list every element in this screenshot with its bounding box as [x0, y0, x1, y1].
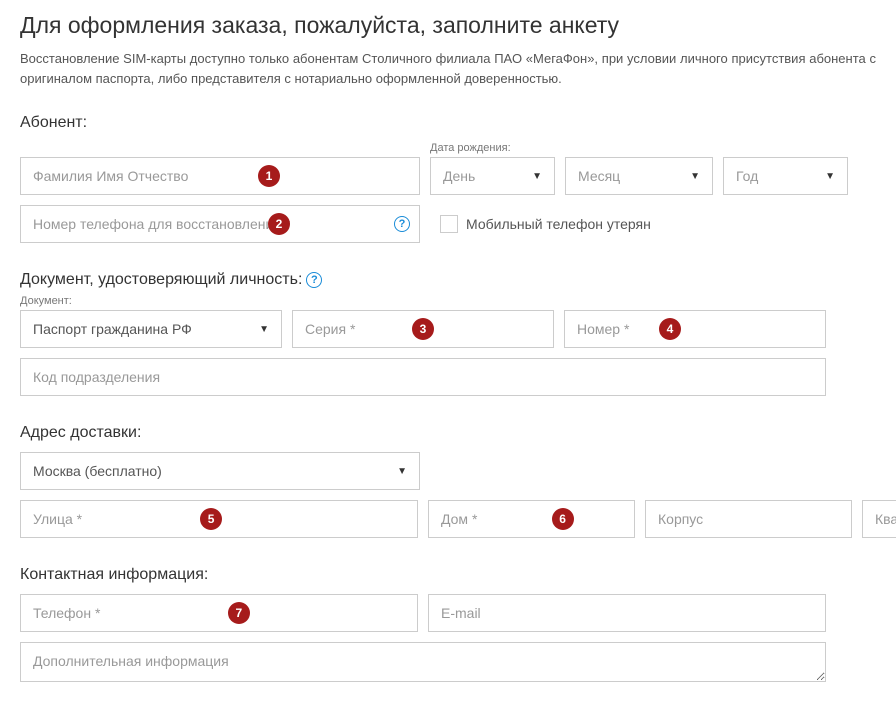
- street-input[interactable]: [20, 500, 418, 538]
- apartment-input[interactable]: [862, 500, 896, 538]
- fio-input[interactable]: [20, 157, 420, 195]
- phone-input[interactable]: [20, 594, 418, 632]
- year-select[interactable]: Год ▼: [723, 157, 848, 195]
- phone-lost-label: Мобильный телефон утерян: [466, 216, 651, 232]
- page-description: Восстановление SIM-карты доступно только…: [20, 49, 876, 88]
- section-title-subscriber: Абонент:: [20, 114, 876, 132]
- doc-label: Документ:: [20, 295, 282, 307]
- help-icon[interactable]: ?: [306, 272, 322, 288]
- city-select[interactable]: Москва (бесплатно) ▼: [20, 452, 420, 490]
- section-title-contact: Контактная информация:: [20, 566, 876, 584]
- year-value: Год: [736, 168, 758, 184]
- doc-series-input[interactable]: [292, 310, 554, 348]
- house-input[interactable]: [428, 500, 635, 538]
- dept-code-input[interactable]: [20, 358, 826, 396]
- city-value: Москва (бесплатно): [33, 463, 162, 479]
- extra-info-textarea[interactable]: [20, 642, 826, 682]
- doc-type-select[interactable]: Паспорт гражданина РФ ▼: [20, 310, 282, 348]
- day-select[interactable]: День ▼: [430, 157, 555, 195]
- month-select[interactable]: Месяц ▼: [565, 157, 713, 195]
- phone-lost-checkbox[interactable]: [440, 215, 458, 233]
- section-title-document: Документ, удостоверяющий личность:: [20, 271, 302, 289]
- caret-icon: ▼: [690, 171, 700, 182]
- caret-icon: ▼: [259, 324, 269, 335]
- help-icon[interactable]: ?: [394, 216, 410, 232]
- caret-icon: ▼: [825, 171, 835, 182]
- restore-phone-input[interactable]: [20, 205, 420, 243]
- birthdate-label: Дата рождения:: [430, 142, 555, 154]
- page-title: Для оформления заказа, пожалуйста, запол…: [20, 12, 876, 39]
- doc-type-value: Паспорт гражданина РФ: [33, 321, 192, 337]
- doc-number-input[interactable]: [564, 310, 826, 348]
- email-input[interactable]: [428, 594, 826, 632]
- section-title-delivery: Адрес доставки:: [20, 424, 876, 442]
- month-value: Месяц: [578, 168, 620, 184]
- caret-icon: ▼: [397, 466, 407, 477]
- day-value: День: [443, 168, 475, 184]
- building-input[interactable]: [645, 500, 852, 538]
- caret-icon: ▼: [532, 171, 542, 182]
